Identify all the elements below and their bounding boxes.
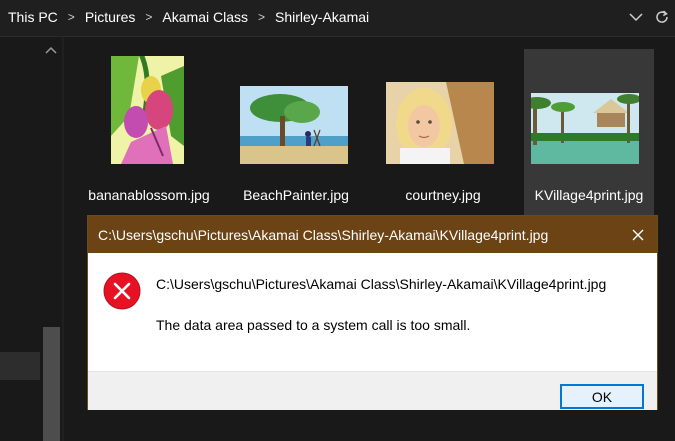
file-item[interactable]: courtney.jpg: [378, 49, 508, 215]
thumbnail-courtney: [386, 82, 494, 164]
breadcrumb-pictures[interactable]: Pictures: [85, 9, 136, 25]
ok-button[interactable]: OK: [560, 384, 644, 409]
file-name: KVillage4print.jpg: [534, 187, 644, 203]
refresh-icon[interactable]: [653, 8, 671, 26]
nav-scrollbar-thumb[interactable]: [43, 327, 60, 441]
breadcrumb-separator[interactable]: >: [258, 10, 265, 24]
thumbnail-kvillage: [531, 93, 639, 164]
breadcrumb-separator[interactable]: >: [145, 10, 152, 24]
chevron-up-icon[interactable]: [44, 43, 58, 55]
thumbnail-banana-blossom: [111, 56, 184, 164]
breadcrumb-this-pc[interactable]: This PC: [8, 9, 58, 25]
breadcrumb: This PC > Pictures > Akamai Class > Shir…: [8, 9, 369, 25]
breadcrumb-separator[interactable]: >: [68, 10, 75, 24]
file-item[interactable]: bananablossom.jpg: [84, 49, 214, 215]
error-dialog: C:\Users\gschu\Pictures\Akamai Class\Shi…: [87, 215, 658, 410]
breadcrumb-akamai-class[interactable]: Akamai Class: [162, 9, 248, 25]
file-name: courtney.jpg: [405, 187, 481, 203]
dialog-titlebar[interactable]: C:\Users\gschu\Pictures\Akamai Class\Shi…: [88, 216, 657, 253]
breadcrumb-shirley-akamai[interactable]: Shirley-Akamai: [275, 9, 369, 25]
error-icon: [103, 272, 141, 310]
address-bar[interactable]: This PC > Pictures > Akamai Class > Shir…: [0, 0, 675, 37]
error-message-text: The data area passed to a system call is…: [156, 317, 471, 333]
navigation-pane: [0, 37, 62, 441]
chevron-down-icon[interactable]: [627, 8, 645, 26]
dialog-footer: OK: [88, 371, 657, 410]
file-name: bananablossom.jpg: [88, 187, 210, 203]
thumbnail-beach-painter: [240, 86, 348, 164]
nav-item-selected[interactable]: [0, 352, 40, 380]
error-path-text: C:\Users\gschu\Pictures\Akamai Class\Shi…: [156, 276, 607, 292]
file-item[interactable]: BeachPainter.jpg: [231, 49, 361, 215]
dialog-title: C:\Users\gschu\Pictures\Akamai Class\Shi…: [98, 227, 549, 243]
file-name: BeachPainter.jpg: [243, 187, 349, 203]
file-item-selected[interactable]: KVillage4print.jpg: [524, 49, 654, 215]
close-icon[interactable]: [627, 224, 649, 246]
